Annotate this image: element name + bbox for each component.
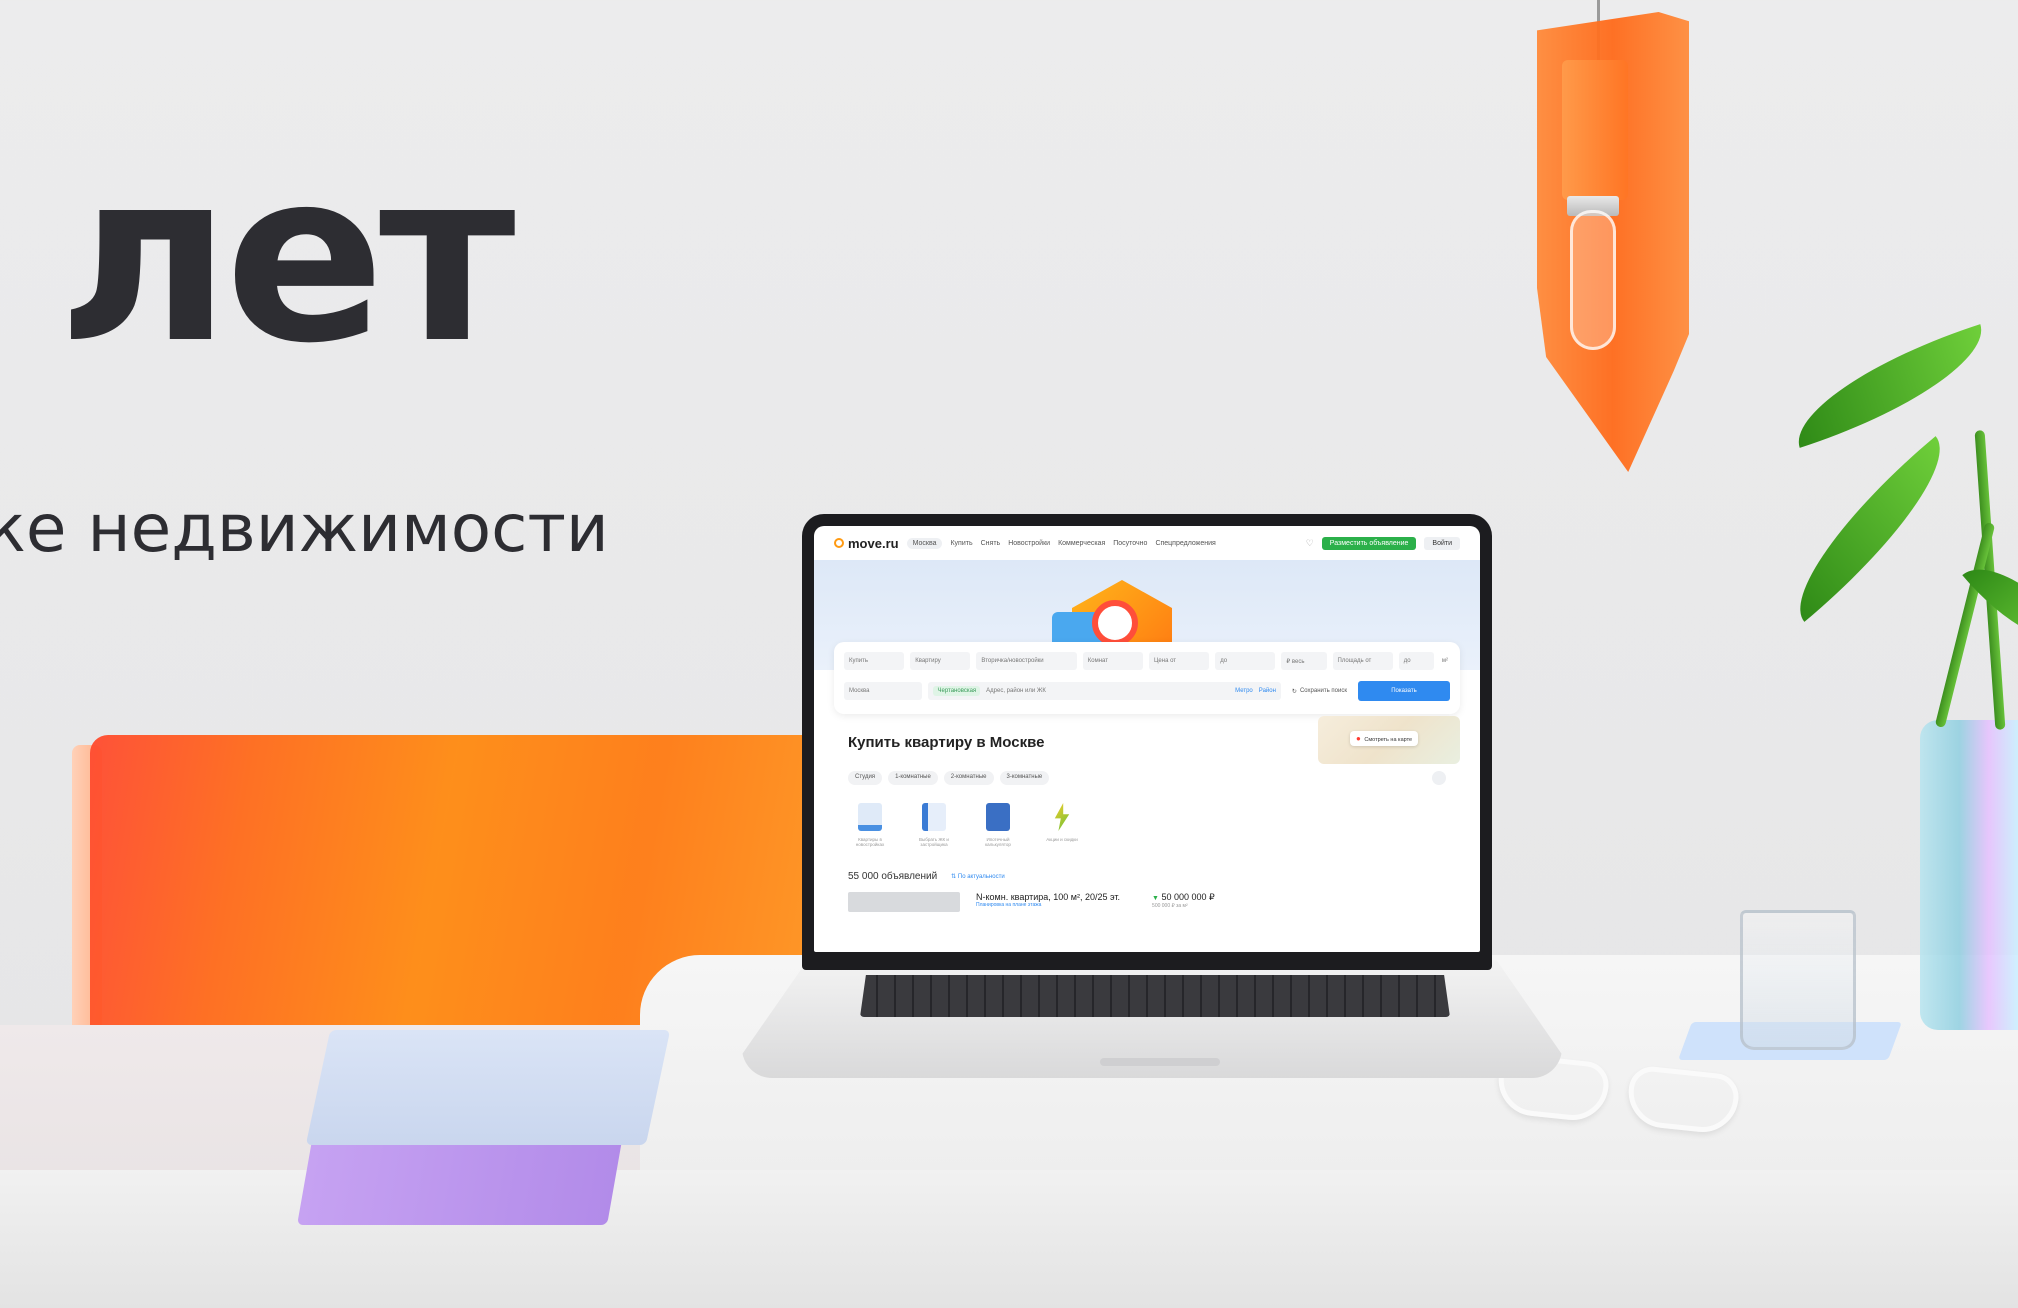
search-form: Купить Квартиру Вторичка/новостройки Ком… [834, 642, 1460, 714]
listing-price-block: ▼ 50 000 000 ₽ 500 000 ₽ за м² [1152, 892, 1215, 909]
price-down-icon: ▼ [1152, 895, 1159, 902]
listing-photo[interactable] [848, 892, 960, 912]
plant-stem [1934, 521, 1996, 729]
lamp-holder [1562, 60, 1628, 200]
category-new-buildings[interactable]: Квартиры в новостройках [848, 803, 892, 847]
breadcrumb [848, 722, 1446, 732]
post-ad-button[interactable]: Разместить объявление [1321, 536, 1417, 550]
nav-link-daily[interactable]: Посуточно [1113, 540, 1147, 547]
city-selector[interactable]: Москва [906, 537, 943, 549]
building-icon [858, 803, 882, 831]
search-row-filters: Купить Квартиру Вторичка/новостройки Ком… [844, 650, 1450, 672]
laptop-screen-bezel: move.ru Москва Купить Снять Новостройки … [802, 514, 1492, 970]
district-link[interactable]: Район [1259, 688, 1276, 694]
main-content: Купить квартиру в Москве Студия 1-комнат… [848, 722, 1446, 912]
sort-icon: ⇅ [951, 874, 957, 880]
category-mortgage[interactable]: Ипотечный калькулятор [976, 803, 1020, 847]
nav-link-buy[interactable]: Купить [950, 540, 972, 547]
listing-price-per-m: 500 000 ₽ за м² [1152, 903, 1188, 909]
search-row-location: Москва Чертановская Адрес, район или ЖК … [844, 680, 1450, 702]
chip-2-room[interactable]: 2-комнатные [943, 771, 994, 785]
light-bulb [1570, 210, 1616, 350]
results-header: 55 000 объявлений ⇅ По актуальности [848, 871, 1446, 882]
headline-title: лет [58, 120, 516, 395]
currency-select[interactable]: ₽ весь [1281, 652, 1327, 670]
listing-info: N-комн. квартира, 100 м², 20/25 эт. План… [976, 892, 1120, 908]
room-filter-chips: Студия 1-комнатные 2-комнатные 3-комнатн… [848, 771, 1446, 785]
plant-leaf [1767, 436, 1973, 622]
purple-book [297, 1135, 623, 1225]
site-header: move.ru Москва Купить Снять Новостройки … [814, 526, 1480, 560]
door-icon [922, 803, 946, 831]
category-label: Ипотечный калькулятор [985, 837, 1011, 847]
nav-link-commercial[interactable]: Коммерческая [1058, 540, 1105, 547]
blue-book [305, 1030, 671, 1145]
show-results-button[interactable]: Показать [1358, 681, 1450, 701]
calculator-icon [986, 803, 1010, 831]
chips-more-button[interactable] [1432, 771, 1446, 785]
nav-link-offers[interactable]: Спецпредложения [1155, 540, 1215, 547]
category-label: Акции и скидки [1046, 837, 1078, 842]
market-select[interactable]: Вторичка/новостройки [976, 652, 1077, 670]
listing-subtitle[interactable]: Планировка на плане этажа [976, 902, 1120, 908]
rooms-select[interactable]: Комнат [1082, 652, 1143, 670]
sort-label: По актуальности [957, 874, 1005, 880]
chip-3-room[interactable]: 3-комнатные [999, 771, 1050, 785]
address-placeholder: Адрес, район или ЖК [986, 688, 1046, 694]
results-count: 55 000 объявлений [848, 871, 938, 882]
plant-leaf [1780, 324, 2000, 448]
favorites-heart-icon[interactable]: ♡ [1306, 538, 1314, 549]
chip-studio[interactable]: Студия [848, 771, 883, 785]
save-search-button[interactable]: ↻ Сохранить поиск [1287, 688, 1352, 695]
refresh-icon: ↻ [1291, 688, 1297, 695]
category-label: Выбрать ЖК и застройщика [919, 837, 949, 847]
sort-toggle[interactable]: ⇅ По актуальности [951, 873, 1005, 880]
area-to-input[interactable]: до [1398, 652, 1434, 670]
price-from-input[interactable]: Цена от [1148, 652, 1210, 670]
deal-type-select[interactable]: Купить [844, 652, 905, 670]
key-ring-illustration [1092, 600, 1138, 646]
price-to-input[interactable]: до [1215, 652, 1276, 670]
metro-tag[interactable]: Чертановская [933, 686, 981, 696]
category-label: Квартиры в новостройках [855, 837, 885, 847]
save-search-label: Сохранить поиск [1299, 688, 1347, 694]
site-logo[interactable]: move.ru [834, 536, 899, 551]
area-unit-label: м² [1441, 658, 1448, 664]
listing-price: 50 000 000 ₽ [1161, 892, 1215, 902]
category-tiles: Квартиры в новостройках Выбрать ЖК и зас… [848, 803, 1446, 847]
logo-text: move.ru [848, 535, 899, 551]
laptop-hinge-notch [1100, 1058, 1220, 1066]
address-field[interactable]: Чертановская Адрес, район или ЖК Метро Р… [928, 682, 1281, 700]
category-developers[interactable]: Выбрать ЖК и застройщика [912, 803, 956, 847]
logo-icon [834, 538, 844, 548]
laptop-screen: move.ru Москва Купить Снять Новостройки … [814, 526, 1480, 952]
glass-vase [1920, 720, 2018, 1030]
area-from-input[interactable]: Площадь от [1332, 652, 1393, 670]
property-type-select[interactable]: Квартиру [910, 652, 971, 670]
login-button[interactable]: Войти [1424, 536, 1460, 550]
water-glass [1740, 910, 1856, 1050]
listing-title[interactable]: N-комн. квартира, 100 м², 20/25 эт. [976, 892, 1120, 902]
location-select[interactable]: Москва [844, 682, 923, 700]
category-promotions[interactable]: Акции и скидки [1040, 803, 1084, 847]
metro-link[interactable]: Метро [1235, 688, 1253, 694]
lightning-icon [1054, 803, 1070, 831]
chip-1-room[interactable]: 1-комнатные [888, 771, 938, 785]
laptop-keyboard [860, 975, 1450, 1017]
nav-link-rent[interactable]: Снять [981, 540, 1001, 547]
page-title: Купить квартиру в Москве [848, 734, 1045, 751]
listing-card[interactable]: N-комн. квартира, 100 м², 20/25 эт. План… [848, 892, 1446, 912]
headline-subtitle: ке недвижимости [0, 490, 609, 567]
nav-link-new-buildings[interactable]: Новостройки [1008, 540, 1050, 547]
